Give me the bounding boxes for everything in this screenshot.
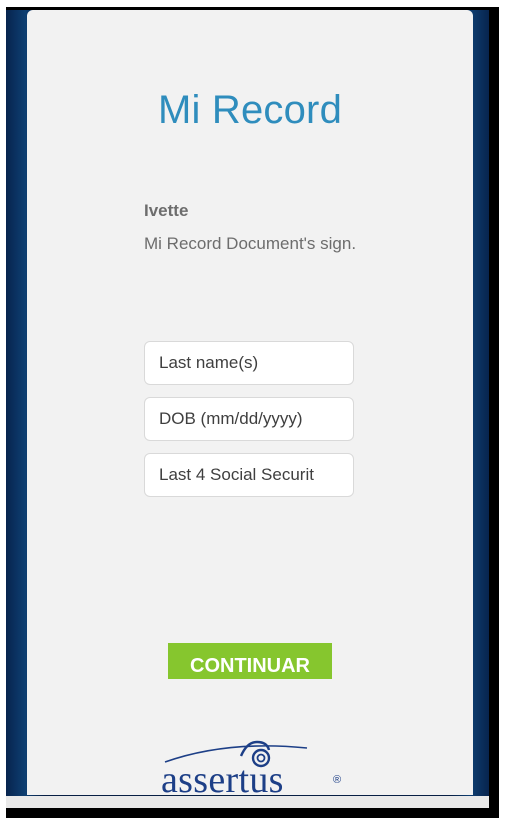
last-name-input[interactable] [144, 341, 354, 385]
intro-message: Mi Record Document's sign. [144, 234, 357, 253]
registered-mark: ® [333, 774, 342, 786]
main-card: Mi Record Ivette Mi Record Document's si… [27, 10, 473, 795]
assertus-logo: assertus ® [157, 728, 347, 795]
page-title: Mi Record [157, 88, 343, 132]
logo-text: assertus [161, 759, 284, 795]
dob-input[interactable] [144, 397, 354, 441]
continue-button[interactable]: CONTINUAR [168, 643, 332, 679]
user-name: Ivette [144, 201, 189, 220]
continue-button-label: CONTINUAR [190, 655, 310, 677]
bottom-bar [6, 796, 489, 808]
ssn-last4-input[interactable] [144, 453, 354, 497]
